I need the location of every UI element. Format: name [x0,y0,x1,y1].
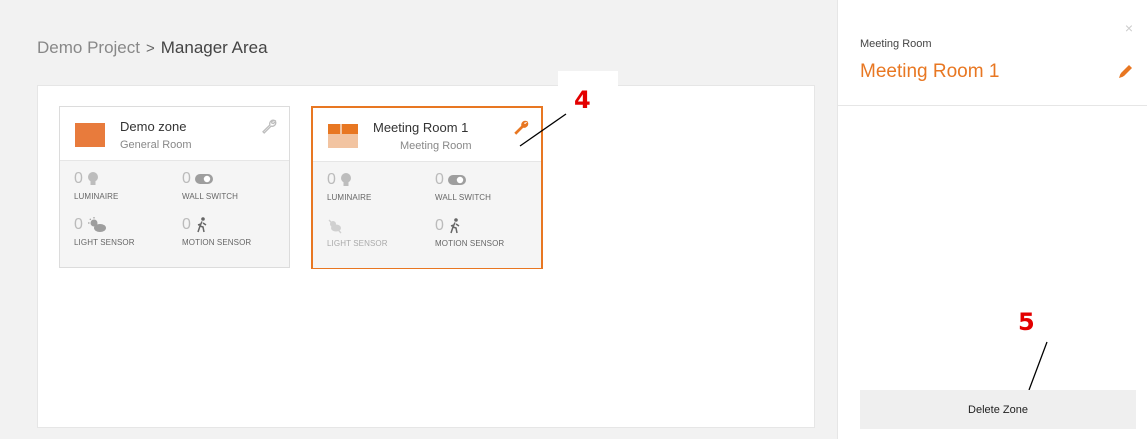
device-luminaire: 0 LUMINAIRE [74,169,174,201]
zone-card-meeting-room-1[interactable]: Meeting Room 1 Meeting Room 0 LUMINAIRE … [311,106,543,269]
walking-person-icon [450,218,460,234]
device-count: 0 [182,170,191,187]
device-label: LUMINAIRE [74,192,119,201]
annotation-pointer-line [1028,341,1048,391]
device-label: WALL SWITCH [182,192,239,201]
sun-cloud-icon [87,217,106,232]
device-label: MOTION SENSOR [435,239,505,248]
device-light-sensor: LIGHT SENSOR [327,216,427,248]
annotation-pointer-line [519,113,567,147]
annotation-label-5: 5 [1018,308,1035,336]
light-sensor-off-icon [328,219,342,234]
zone-type-label: Meeting Room [860,38,932,50]
device-count: 0 [74,216,83,233]
device-label: LIGHT SENSOR [74,238,135,247]
breadcrumb-project[interactable]: Demo Project [37,38,140,58]
zone-header: Demo zone General Room [60,107,289,161]
zone-color-swatch [328,124,358,148]
device-motion-sensor: 0 MOTION SENSOR [182,215,282,247]
zone-card-demo-zone[interactable]: Demo zone General Room 0 LUMINAIRE 0 WAL… [59,106,290,268]
device-motion-sensor: 0 MOTION SENSOR [435,216,535,248]
device-wall-switch: 0 WALL SWITCH [182,169,282,201]
zone-color-swatch [75,123,105,147]
zone-details-panel: Meeting Room Meeting Room 1 × 5 Delete Z… [837,0,1147,439]
device-count: 0 [327,171,336,188]
toggle-switch-icon [194,174,213,184]
zone-name: Meeting Room 1 [860,61,1000,82]
device-label: WALL SWITCH [435,193,492,202]
zone-title: Demo zone [120,119,187,134]
device-label: LUMINAIRE [327,193,372,202]
pencil-icon[interactable] [1117,62,1135,80]
device-label: LIGHT SENSOR [327,239,388,248]
bulb-icon [340,173,351,186]
device-light-sensor: 0 LIGHT SENSOR [74,215,174,247]
device-label: MOTION SENSOR [182,238,252,247]
zone-header: Meeting Room 1 Meeting Room [313,108,541,162]
annotation-label-4: 4 [574,86,591,114]
device-wall-switch: 0 WALL SWITCH [435,170,535,202]
zones-canvas: Demo zone General Room 0 LUMINAIRE 0 WAL… [37,71,815,428]
toggle-switch-icon [447,175,466,185]
wrench-icon[interactable] [261,119,277,135]
breadcrumb: Demo Project > Manager Area [37,38,268,58]
zone-subtitle: General Room [120,139,192,151]
device-count: 0 [435,217,444,234]
bulb-icon [87,172,98,185]
breadcrumb-separator: > [145,39,155,57]
device-luminaire: 0 LUMINAIRE [327,170,427,202]
walking-person-icon [197,217,207,233]
zone-subtitle: Meeting Room [400,140,472,152]
breadcrumb-current: Manager Area [160,38,268,57]
device-count: 0 [435,171,444,188]
panel-header: Meeting Room Meeting Room 1 × [838,0,1147,106]
delete-zone-button[interactable]: Delete Zone [860,390,1136,429]
device-count: 0 [74,170,83,187]
close-icon[interactable]: × [1125,20,1133,36]
zone-devices: 0 LUMINAIRE 0 WALL SWITCH 0 LIGHT SENSOR… [60,161,289,267]
zone-devices: 0 LUMINAIRE 0 WALL SWITCH LIGHT SENSOR 0… [313,162,541,268]
main-area: Demo Project > Manager Area Demo zone Ge… [0,0,836,439]
zone-title: Meeting Room 1 [373,120,469,135]
device-count: 0 [182,216,191,233]
